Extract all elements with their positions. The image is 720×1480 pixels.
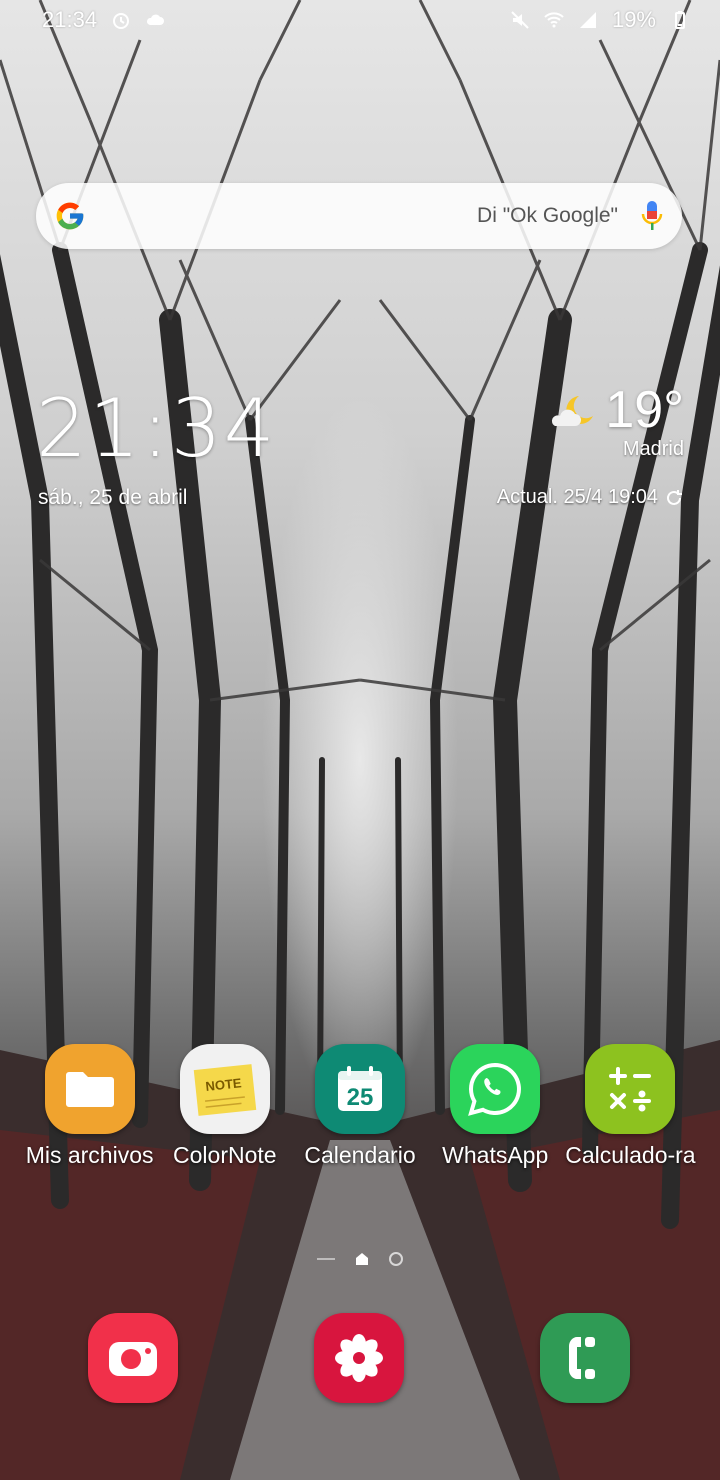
calendar-day: 25 [347,1084,374,1111]
calculator-icon[interactable] [585,1044,676,1134]
wifi-icon [544,12,564,28]
cloud-icon [147,14,165,25]
battery-icon [675,11,685,29]
weather-updated[interactable]: Actual. 25/4 19:04 [497,486,684,509]
google-g-icon [56,202,84,230]
page-indicator[interactable] [0,1252,720,1266]
page-dot [389,1252,403,1266]
weather-widget[interactable]: 19° Madrid [549,380,684,461]
dock [88,1313,630,1403]
app-label: Mis archivos [25,1142,154,1168]
battery-percent: 19% [611,7,656,32]
moon-cloud-icon [552,396,594,426]
folder-icon[interactable] [44,1044,135,1134]
camera-icon[interactable] [88,1313,178,1403]
status-bar: 21:34 19% [0,0,720,40]
app-label: Calendario [304,1142,416,1168]
app-whatsapp[interactable]: WhatsApp [428,1044,563,1169]
weather-updated-text: Actual. 25/4 19:04 [496,486,658,508]
flower-icon[interactable] [314,1313,404,1403]
google-search-bar[interactable]: Di "Ok Google" [36,183,682,249]
page-dot-left [317,1258,335,1260]
home-app-row: Mis archivos NOTE ColorNote 25 Calendari… [22,1044,698,1169]
status-left: 21:34 [42,7,165,33]
search-hint: Di "Ok Google" [477,204,618,227]
app-label: Calculado-ra [565,1142,696,1168]
status-time: 21:34 [42,7,98,32]
whatsapp-icon[interactable] [450,1044,541,1134]
home-page-icon [356,1253,368,1265]
clock-widget-date: sáb., 25 de abril [38,486,188,509]
clock-widget-time[interactable]: 21:34 [36,382,277,475]
status-right: 19% [510,7,690,33]
app-label: ColorNote [173,1142,277,1168]
weather-city: Madrid [622,438,684,460]
alarm-icon [113,13,130,29]
app-colornote[interactable]: NOTE ColorNote [157,1044,292,1169]
app-label: WhatsApp [442,1142,549,1168]
app-mis-archivos[interactable]: Mis archivos [22,1044,157,1169]
phone-icon[interactable] [540,1313,630,1403]
calendar-icon[interactable]: 25 [315,1044,405,1134]
mic-icon[interactable] [640,199,664,233]
app-calculadora[interactable]: Calculado-ra [563,1044,698,1169]
note-icon[interactable]: NOTE [179,1044,270,1134]
refresh-icon[interactable] [664,488,684,508]
mute-icon [511,11,529,29]
signal-icon [579,12,596,28]
app-calendario[interactable]: 25 Calendario [292,1044,427,1169]
weather-temperature: 19° [605,381,684,439]
